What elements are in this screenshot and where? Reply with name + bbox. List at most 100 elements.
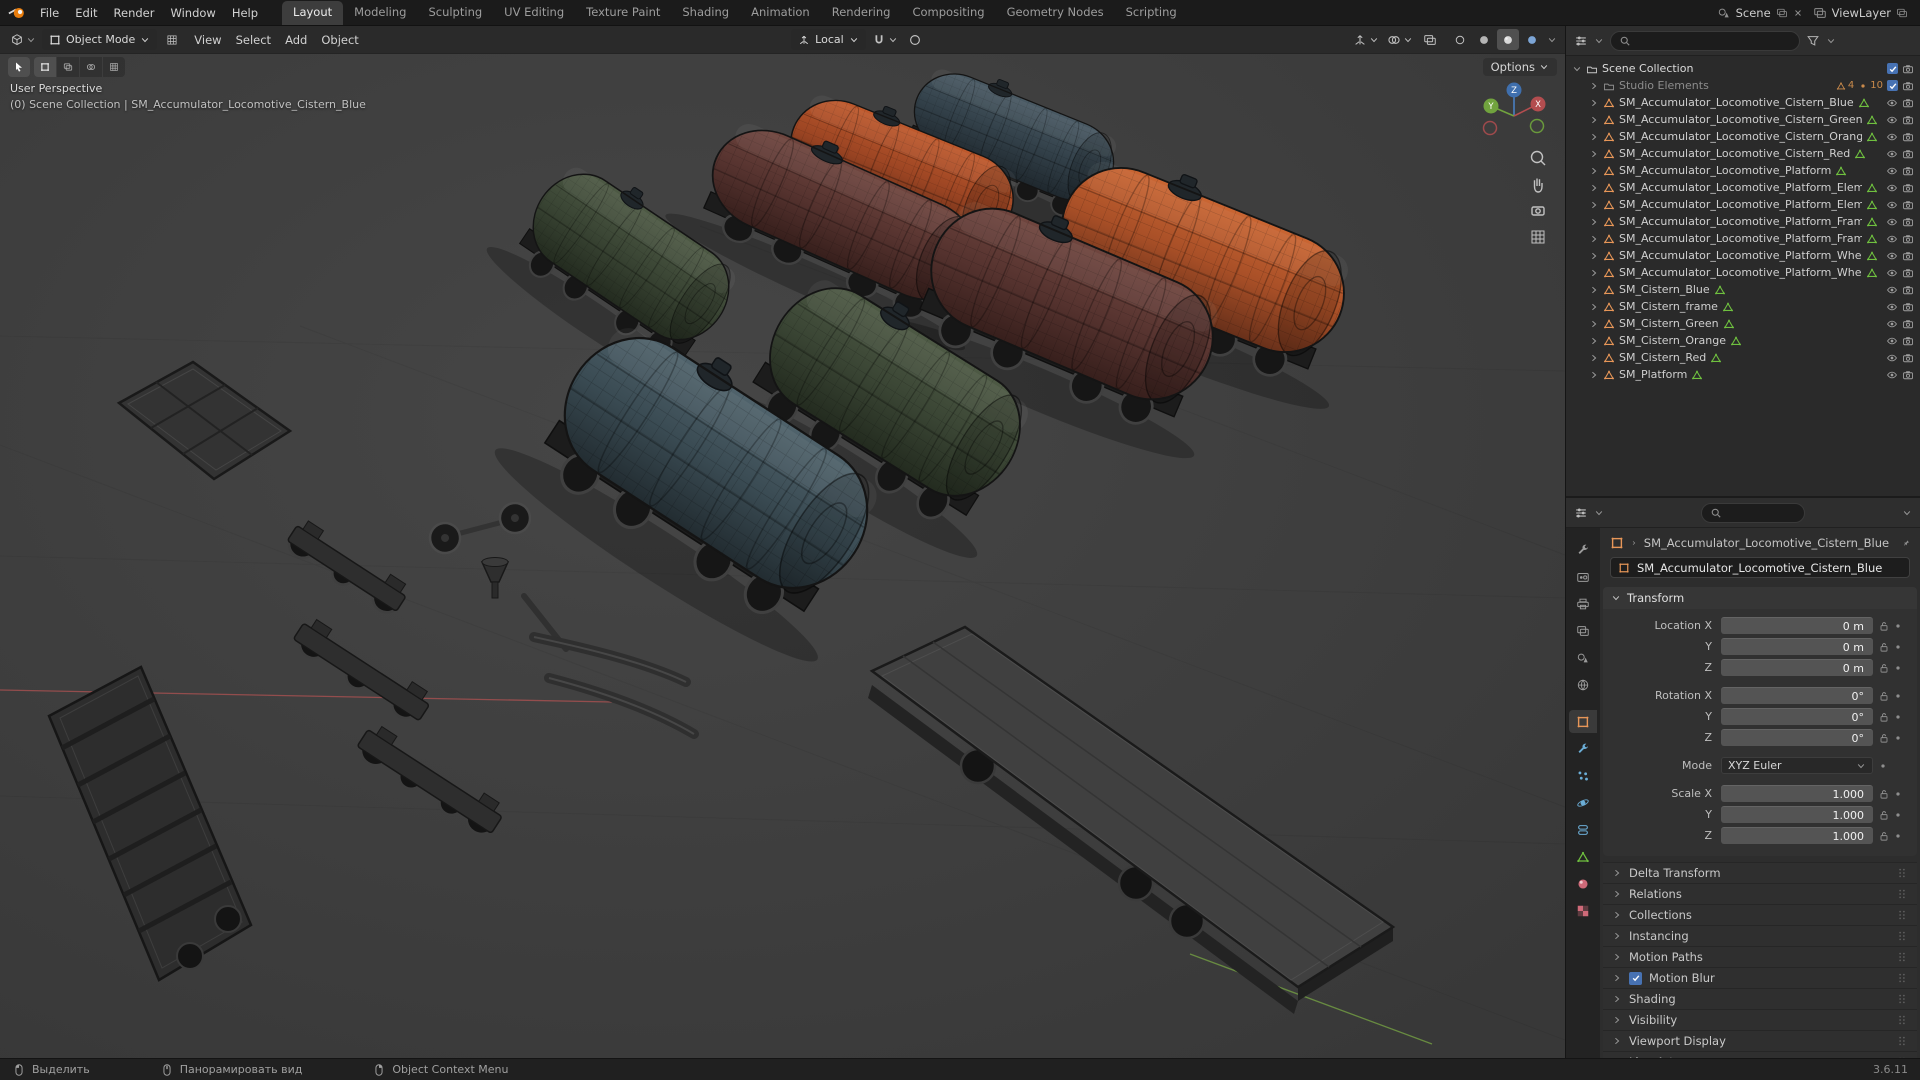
transform-orientation-selector[interactable]: Local: [791, 29, 866, 50]
tab-scene[interactable]: [1569, 646, 1597, 669]
workspace-tab[interactable]: Layout: [282, 1, 344, 25]
disable-render-camera-icon[interactable]: [1902, 182, 1914, 194]
property-section[interactable]: Motion Blur: [1603, 967, 1917, 988]
number-field[interactable]: 0 m: [1721, 659, 1873, 676]
disclosure-icon[interactable]: [1589, 200, 1599, 210]
outliner-root-row[interactable]: Scene Collection: [1572, 60, 1920, 77]
outliner-object-row[interactable]: SM_Accumulator_Locomotive_Platform_Frame…: [1572, 230, 1920, 247]
grip-icon[interactable]: [1896, 993, 1908, 1005]
lock-icon[interactable]: [1878, 711, 1890, 723]
workspace-tab[interactable]: Modeling: [343, 1, 417, 25]
workspace-tab[interactable]: UV Editing: [493, 1, 575, 25]
outliner-object-row[interactable]: SM_Cistern_Green: [1572, 315, 1920, 332]
blender-logo-icon[interactable]: [8, 6, 26, 20]
menu-item[interactable]: Render: [106, 2, 163, 24]
properties-editor-icon[interactable]: [1574, 506, 1588, 520]
property-section[interactable]: Shading: [1603, 988, 1917, 1009]
animate-dot-icon[interactable]: [1893, 810, 1903, 820]
animate-dot-icon[interactable]: [1893, 789, 1903, 799]
editor-type-button[interactable]: [8, 29, 38, 50]
options-dropdown[interactable]: Options: [1482, 58, 1557, 76]
grip-icon[interactable]: [1896, 972, 1908, 984]
property-section[interactable]: Viewport Display: [1603, 1030, 1917, 1051]
render-checkbox[interactable]: [1887, 63, 1898, 74]
grip-icon[interactable]: [1896, 1035, 1908, 1047]
disable-render-camera-icon[interactable]: [1902, 97, 1914, 109]
disable-render-camera-icon[interactable]: [1902, 284, 1914, 296]
lock-icon[interactable]: [1878, 809, 1890, 821]
mode-selector[interactable]: Object Mode: [42, 29, 158, 50]
grip-icon[interactable]: [1896, 1014, 1908, 1026]
outliner-object-row[interactable]: SM_Cistern_Orange: [1572, 332, 1920, 349]
hide-eye-icon[interactable]: [1886, 301, 1898, 313]
outliner-object-row[interactable]: SM_Accumulator_Locomotive_Cistern_Orange: [1572, 128, 1920, 145]
hide-eye-icon[interactable]: [1886, 114, 1898, 126]
hide-eye-icon[interactable]: [1886, 250, 1898, 262]
tab-view-layer[interactable]: [1569, 619, 1597, 642]
camera-icon[interactable]: [1902, 63, 1914, 75]
viewport-menu-item[interactable]: Select: [229, 31, 278, 49]
disclosure-icon[interactable]: [1589, 149, 1599, 159]
grip-icon[interactable]: [1896, 951, 1908, 963]
select-intersect-button[interactable]: [103, 57, 125, 77]
outliner-object-row[interactable]: SM_Accumulator_Locomotive_Platform_Frame: [1572, 213, 1920, 230]
select-subtract-button[interactable]: [80, 57, 102, 77]
animate-dot-icon[interactable]: [1893, 831, 1903, 841]
number-field[interactable]: 0°: [1721, 687, 1873, 704]
grip-icon[interactable]: [1896, 909, 1908, 921]
select-set-button[interactable]: [34, 57, 56, 77]
outliner-object-row[interactable]: SM_Cistern_frame: [1572, 298, 1920, 315]
disclosure-icon[interactable]: [1589, 166, 1599, 176]
hide-eye-icon[interactable]: [1886, 233, 1898, 245]
scene-selector[interactable]: Scene: [1717, 6, 1803, 20]
object-name-field[interactable]: SM_Accumulator_Locomotive_Cistern_Blue: [1610, 557, 1910, 578]
hide-eye-icon[interactable]: [1886, 369, 1898, 381]
section-checkbox[interactable]: [1629, 971, 1642, 985]
shading-rendered-button[interactable]: [1521, 29, 1543, 50]
tab-output[interactable]: [1569, 592, 1597, 615]
animate-dot-icon[interactable]: [1893, 691, 1903, 701]
rotation-mode-dropdown[interactable]: XYZ Euler: [1721, 757, 1873, 774]
outliner-object-row[interactable]: SM_Accumulator_Locomotive_Platform: [1572, 162, 1920, 179]
disclosure-icon[interactable]: [1589, 285, 1599, 295]
disable-render-camera-icon[interactable]: [1902, 216, 1914, 228]
animate-dot-icon[interactable]: [1893, 663, 1903, 673]
lock-icon[interactable]: [1878, 732, 1890, 744]
hide-eye-icon[interactable]: [1886, 148, 1898, 160]
viewlayer-selector[interactable]: ViewLayer: [1813, 6, 1908, 20]
hide-eye-icon[interactable]: [1886, 131, 1898, 143]
hide-eye-icon[interactable]: [1886, 199, 1898, 211]
disclosure-icon[interactable]: [1589, 115, 1599, 125]
disable-render-camera-icon[interactable]: [1902, 114, 1914, 126]
outliner-object-row[interactable]: SM_Accumulator_Locomotive_Platform_Eleme…: [1572, 196, 1920, 213]
tab-physics[interactable]: [1569, 791, 1597, 814]
number-field[interactable]: 0 m: [1721, 638, 1873, 655]
disclosure-icon[interactable]: [1589, 217, 1599, 227]
property-section[interactable]: Visibility: [1603, 1009, 1917, 1030]
workspace-tab[interactable]: Geometry Nodes: [996, 1, 1115, 25]
hide-eye-icon[interactable]: [1886, 352, 1898, 364]
disable-render-camera-icon[interactable]: [1902, 199, 1914, 211]
workspace-tab[interactable]: Scripting: [1115, 1, 1188, 25]
outliner-object-row[interactable]: SM_Accumulator_Locomotive_Platform_Wheel: [1572, 247, 1920, 264]
property-section[interactable]: Delta Transform: [1603, 862, 1917, 883]
lock-icon[interactable]: [1878, 690, 1890, 702]
copy-icon[interactable]: [1776, 7, 1788, 19]
tab-material[interactable]: [1569, 872, 1597, 895]
disclosure-icon[interactable]: [1589, 251, 1599, 261]
number-field[interactable]: 0 m: [1721, 617, 1873, 634]
mode-transfer-button[interactable]: [161, 29, 183, 50]
outliner-object-row[interactable]: SM_Accumulator_Locomotive_Platform_Eleme…: [1572, 179, 1920, 196]
animate-dot-icon[interactable]: [1893, 642, 1903, 652]
disclosure-icon[interactable]: [1589, 370, 1599, 380]
animate-dot-icon[interactable]: [1893, 712, 1903, 722]
workspace-tab[interactable]: Animation: [740, 1, 821, 25]
workspace-tab[interactable]: Texture Paint: [575, 1, 671, 25]
hide-eye-icon[interactable]: [1886, 97, 1898, 109]
outliner-object-row[interactable]: SM_Accumulator_Locomotive_Cistern_Red: [1572, 145, 1920, 162]
viewport-canvas[interactable]: Z Y X: [0, 26, 1565, 1058]
viewport-menu-item[interactable]: Add: [278, 31, 314, 49]
property-section[interactable]: Instancing: [1603, 925, 1917, 946]
disable-render-camera-icon[interactable]: [1902, 165, 1914, 177]
grip-icon[interactable]: [1896, 867, 1908, 879]
